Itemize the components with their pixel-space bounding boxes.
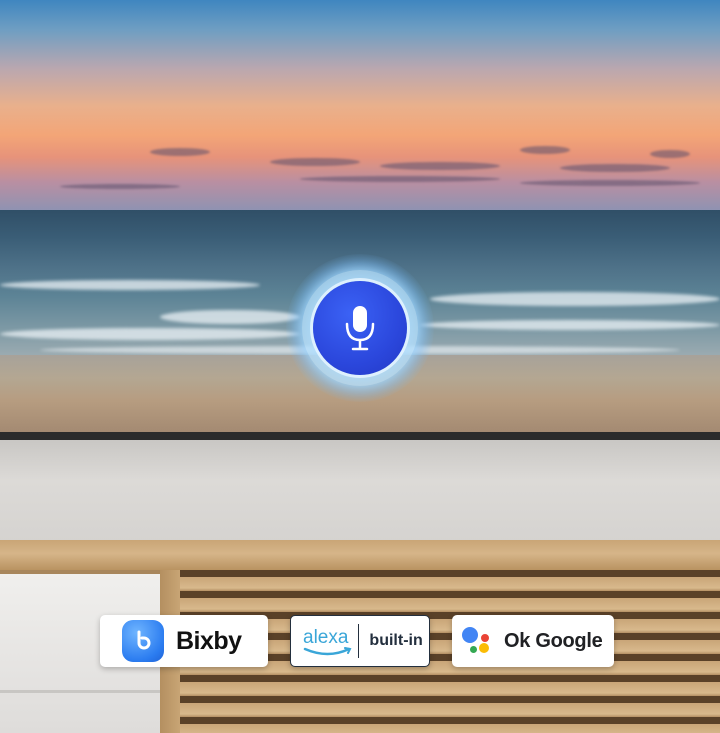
living-room-wall xyxy=(0,440,720,542)
bixby-badge[interactable]: Bixby xyxy=(100,615,268,667)
voice-mic-button[interactable] xyxy=(313,281,407,375)
smart-tv-scene: Bixby alexa built-in Ok Google xyxy=(0,0,720,733)
bixby-label: Bixby xyxy=(176,626,242,655)
alexa-badge[interactable]: alexa built-in xyxy=(290,615,430,667)
google-assistant-badge[interactable]: Ok Google xyxy=(452,615,614,667)
google-assistant-label: Ok Google xyxy=(504,629,603,652)
drawer-divider xyxy=(0,690,160,693)
tv-bezel xyxy=(0,432,720,440)
sky-background xyxy=(0,0,720,212)
google-assistant-icon xyxy=(462,626,492,656)
microphone-icon xyxy=(345,306,375,351)
alexa-wordmark: alexa xyxy=(303,627,349,648)
alexa-built-in-label: built-in xyxy=(369,632,423,649)
alexa-smile-icon xyxy=(303,647,352,656)
alexa-divider xyxy=(358,624,360,658)
bixby-icon xyxy=(122,620,164,662)
tv-cabinet-top xyxy=(0,540,720,570)
